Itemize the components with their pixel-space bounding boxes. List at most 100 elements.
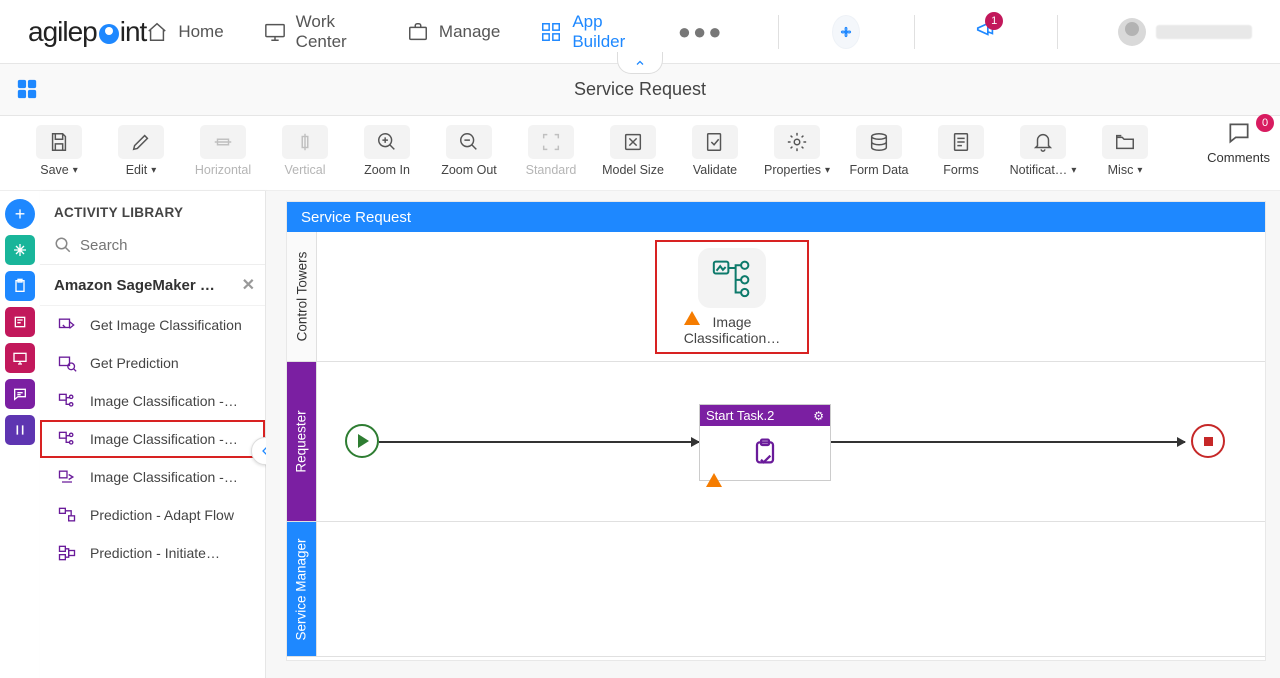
toolbar-save[interactable]: Save▾ bbox=[24, 120, 94, 182]
toolbar-model-size-label: Model Size bbox=[602, 163, 664, 177]
process-canvas[interactable]: Service Request Control Towers bbox=[286, 201, 1266, 661]
toolbar-form-data[interactable]: Form Data bbox=[844, 120, 914, 182]
home-icon bbox=[146, 21, 168, 43]
nav-more[interactable]: ●●● bbox=[678, 19, 724, 45]
lane-service-manager[interactable]: Service Manager bbox=[287, 522, 1265, 657]
end-node[interactable] bbox=[1191, 424, 1225, 458]
toolbar-vertical: Vertical bbox=[270, 120, 340, 182]
toolbar-validate-label: Validate bbox=[693, 163, 737, 177]
lane-label[interactable]: Control Towers bbox=[287, 232, 317, 361]
toolbar-model-size[interactable]: Model Size bbox=[598, 120, 668, 182]
monitor-icon bbox=[264, 21, 286, 43]
display-icon bbox=[12, 350, 28, 366]
activity-item-label: Get Image Classification bbox=[90, 317, 242, 333]
main-nav: Home Work Center Manage App Builder ●●● bbox=[146, 12, 1252, 52]
note-icon bbox=[12, 314, 28, 330]
divider bbox=[1057, 15, 1058, 49]
lane-control-towers[interactable]: Control Towers Image Classific bbox=[287, 232, 1265, 362]
pause-icon bbox=[12, 422, 28, 438]
folder-icon bbox=[1102, 125, 1148, 159]
library-search-input[interactable] bbox=[80, 237, 253, 254]
form-icon bbox=[938, 125, 984, 159]
toolbar-forms[interactable]: Forms bbox=[926, 120, 996, 182]
lane-label-text: Service Manager bbox=[294, 538, 309, 640]
toolbar-notifications[interactable]: Notificat…▾ bbox=[1008, 120, 1078, 182]
library-search[interactable] bbox=[40, 230, 265, 265]
library-group-row[interactable]: Amazon SageMaker … ✕ bbox=[40, 265, 265, 306]
task-body bbox=[700, 426, 830, 480]
nav-home-label: Home bbox=[178, 22, 223, 42]
connector bbox=[379, 441, 699, 443]
rail-item-5[interactable] bbox=[5, 379, 35, 409]
toolbar-zoom-in-label: Zoom In bbox=[364, 163, 410, 177]
toolbar-zoom-out[interactable]: Zoom Out bbox=[434, 120, 504, 182]
nav-app-builder[interactable]: App Builder bbox=[540, 12, 637, 52]
nav-manage[interactable]: Manage bbox=[407, 21, 500, 43]
briefcase-icon bbox=[407, 21, 429, 43]
comment-icon bbox=[1226, 120, 1252, 146]
activity-icon bbox=[54, 428, 80, 450]
divider bbox=[914, 15, 915, 49]
database-icon bbox=[856, 125, 902, 159]
activity-item-image-classification-3[interactable]: Image Classification -… bbox=[40, 458, 265, 496]
toolbar-horizontal-label: Horizontal bbox=[195, 163, 251, 177]
nav-work-center[interactable]: Work Center bbox=[264, 12, 367, 52]
activity-item-label: Prediction - Initiate… bbox=[90, 545, 220, 561]
toolbar: Save▾ Edit▾ Horizontal Vertical Zoom In … bbox=[0, 116, 1280, 191]
align-horizontal-icon bbox=[200, 125, 246, 159]
activity-icon bbox=[54, 542, 80, 564]
rail-item-3[interactable] bbox=[5, 307, 35, 337]
start-node[interactable] bbox=[345, 424, 379, 458]
activity-item-image-classification-2[interactable]: Image Classification -… bbox=[40, 420, 265, 458]
task-header: Start Task.2 ⚙ bbox=[700, 405, 830, 426]
toolbar-validate[interactable]: Validate bbox=[680, 120, 750, 182]
chevron-down-icon: ▾ bbox=[825, 165, 830, 176]
activity-item-get-prediction[interactable]: Get Prediction bbox=[40, 344, 265, 382]
notifications-button[interactable]: 1 bbox=[975, 18, 997, 45]
activity-item-image-classification-1[interactable]: Image Classification -… bbox=[40, 382, 265, 420]
validate-icon bbox=[692, 125, 738, 159]
toolbar-zoom-in[interactable]: Zoom In bbox=[352, 120, 422, 182]
pinwheel-button[interactable] bbox=[832, 15, 860, 49]
nav-work-center-label: Work Center bbox=[296, 12, 367, 52]
toolbar-properties[interactable]: Properties ▾ bbox=[762, 120, 832, 182]
activity-item-prediction-initiate[interactable]: Prediction - Initiate… bbox=[40, 534, 265, 572]
toolbar-properties-label: Properties bbox=[764, 163, 821, 177]
toolbar-misc[interactable]: Misc▾ bbox=[1090, 120, 1160, 182]
activity-item-get-image-classification[interactable]: Get Image Classification bbox=[40, 306, 265, 344]
toolbar-forms-label: Forms bbox=[943, 163, 978, 177]
zoom-out-icon bbox=[446, 125, 492, 159]
task-form-icon bbox=[747, 437, 783, 469]
zoom-in-icon bbox=[364, 125, 410, 159]
lane-label[interactable]: Service Manager bbox=[287, 522, 317, 656]
chevron-down-icon: ▾ bbox=[73, 165, 78, 176]
lane-label[interactable]: Requester bbox=[287, 362, 317, 521]
task-node[interactable]: Start Task.2 ⚙ bbox=[699, 404, 831, 481]
rail-item-4[interactable] bbox=[5, 343, 35, 373]
toolbar-comments-label: Comments bbox=[1207, 150, 1270, 165]
dropped-activity-node[interactable]: Image Classification… bbox=[657, 242, 807, 352]
user-menu[interactable] bbox=[1118, 18, 1252, 46]
sparkle-icon bbox=[12, 242, 28, 258]
logo-text-a: agilep bbox=[28, 16, 97, 48]
apps-grid-button[interactable] bbox=[16, 78, 38, 105]
nav-home[interactable]: Home bbox=[146, 21, 223, 43]
expand-icon bbox=[610, 125, 656, 159]
rail-item-2[interactable] bbox=[5, 271, 35, 301]
toolbar-edit[interactable]: Edit▾ bbox=[106, 120, 176, 182]
nav-manage-label: Manage bbox=[439, 22, 500, 42]
rail-add-button[interactable]: + bbox=[5, 199, 35, 229]
nav-app-builder-label: App Builder bbox=[572, 12, 637, 52]
lane-requester[interactable]: Requester Start Task.2 ⚙ bbox=[287, 362, 1265, 522]
chevron-down-icon: ▾ bbox=[1137, 165, 1142, 176]
activity-icon bbox=[54, 352, 80, 374]
activity-item-prediction-adapt[interactable]: Prediction - Adapt Flow bbox=[40, 496, 265, 534]
close-icon[interactable]: ✕ bbox=[242, 275, 255, 295]
toolbar-comments[interactable]: 0 Comments bbox=[1207, 120, 1270, 165]
collapse-header-button[interactable] bbox=[617, 52, 663, 74]
toolbar-zoom-out-label: Zoom Out bbox=[441, 163, 497, 177]
rail-item-6[interactable] bbox=[5, 415, 35, 445]
logo: agilep int bbox=[28, 16, 146, 48]
gear-icon[interactable]: ⚙ bbox=[813, 409, 824, 423]
rail-item-1[interactable] bbox=[5, 235, 35, 265]
